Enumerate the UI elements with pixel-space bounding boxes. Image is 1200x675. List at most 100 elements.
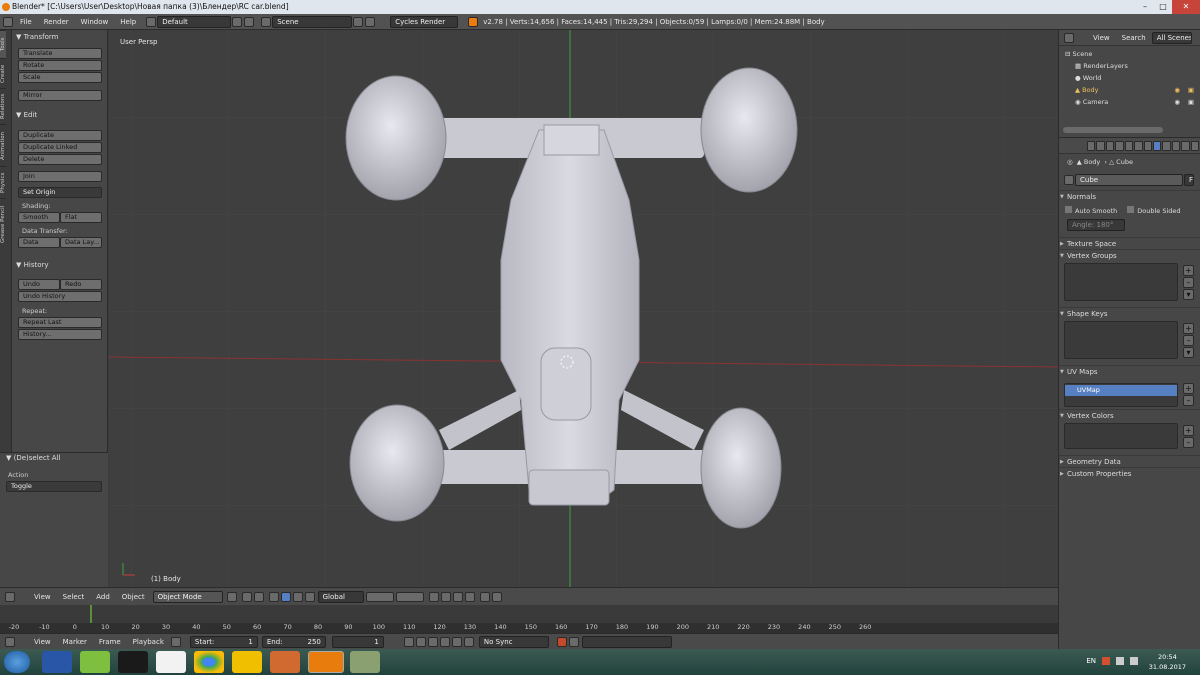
render-tab-icon[interactable] — [1087, 140, 1096, 151]
start-button-icon[interactable] — [4, 651, 30, 673]
tab-create[interactable]: Create — [0, 58, 6, 88]
add-icon[interactable]: + — [1183, 383, 1194, 394]
layers-2-icon[interactable] — [395, 591, 424, 602]
scale-button[interactable]: Scale — [18, 72, 102, 83]
start-frame-field[interactable]: Start: 1 — [189, 635, 258, 648]
media-player-icon[interactable] — [118, 651, 148, 673]
add-icon[interactable]: + — [1183, 323, 1194, 334]
menu-help[interactable]: Help — [114, 18, 142, 26]
wifi-app-icon[interactable] — [80, 651, 110, 673]
render-preview-icon[interactable] — [479, 591, 490, 602]
record-icon[interactable] — [556, 636, 567, 647]
angle-field[interactable]: Angle: 180° — [1067, 219, 1125, 231]
next-keyframe-icon[interactable] — [451, 636, 462, 647]
pivot-point-icon[interactable] — [241, 591, 252, 602]
jump-end-icon[interactable] — [463, 636, 474, 647]
minimize-icon[interactable]: – — [1136, 0, 1154, 14]
vertex-groups-panel-header[interactable]: Vertex Groups — [1059, 249, 1200, 262]
menu-file[interactable]: File — [14, 18, 38, 26]
volume-tray-icon[interactable] — [1130, 657, 1138, 665]
delete-button[interactable]: Delete — [18, 154, 102, 165]
close-icon[interactable]: ✕ — [1172, 0, 1200, 14]
chrome-icon[interactable] — [194, 651, 224, 673]
shape-keys-list[interactable] — [1064, 321, 1178, 359]
pin-icon[interactable]: ◎ — [1067, 158, 1073, 166]
blender-taskbar-icon[interactable] — [308, 651, 344, 673]
fake-user-button[interactable]: F — [1184, 174, 1194, 186]
transform-orientation-icon[interactable] — [304, 591, 315, 602]
scene-field[interactable]: Scene — [272, 15, 353, 28]
tab-animation[interactable]: Animation — [0, 124, 6, 166]
system-clock[interactable]: 20:54 31.08.2017 — [1149, 652, 1186, 672]
render-layers-tab-icon[interactable] — [1096, 140, 1105, 151]
translate-manipulator-icon[interactable] — [268, 591, 279, 602]
outliner-item-renderlayers[interactable]: ▦ RenderLayers — [1059, 60, 1200, 72]
proportional-edit-icon[interactable] — [440, 591, 451, 602]
layers-icon[interactable] — [365, 591, 394, 602]
join-button[interactable]: Join — [18, 171, 102, 182]
specials-menu-icon[interactable]: ▾ — [1183, 289, 1194, 300]
menu-select[interactable]: Select — [57, 593, 91, 601]
3d-viewport[interactable]: User Persp (1) Body — [109, 30, 1058, 587]
flat-button[interactable]: Flat — [60, 212, 102, 223]
scene-icon[interactable] — [261, 16, 272, 27]
operator-panel-header[interactable]: ▼ (De)select All — [0, 453, 108, 464]
render-toggle-icon[interactable]: ▣ — [1188, 96, 1194, 108]
uv-maps-panel-header[interactable]: UV Maps — [1059, 365, 1200, 378]
snap-element-icon[interactable] — [464, 591, 475, 602]
history-panel-header[interactable]: ▼ History — [14, 260, 106, 271]
maximize-icon[interactable]: □ — [1154, 0, 1172, 14]
menu-add[interactable]: Add — [90, 593, 116, 601]
current-frame-field[interactable]: 1 — [331, 635, 384, 648]
mesh-name-field[interactable]: Cube — [1075, 174, 1183, 186]
object-tab-icon[interactable] — [1124, 140, 1134, 151]
outliner-item-scene[interactable]: ⊟ Scene — [1059, 48, 1200, 60]
viewport-shading-icon[interactable] — [226, 591, 237, 602]
outliner-item-camera[interactable]: ◉ Camera ◉ ▣ — [1059, 96, 1200, 108]
double-sided-checkbox[interactable]: Double Sided — [1127, 206, 1181, 215]
manipulator-icon[interactable] — [253, 591, 264, 602]
network-tray-icon[interactable] — [1102, 657, 1110, 665]
data-layers-button[interactable]: Data Lay... — [60, 237, 102, 248]
add-scene-icon[interactable] — [353, 16, 364, 27]
particles-tab-icon[interactable] — [1181, 140, 1190, 151]
editor-type-icon[interactable] — [1064, 32, 1074, 43]
add-icon[interactable]: + — [1183, 265, 1194, 276]
edit-panel-header[interactable]: ▼ Edit — [14, 110, 106, 121]
world-tab-icon[interactable] — [1115, 140, 1124, 151]
lock-camera-icon[interactable] — [428, 591, 439, 602]
set-origin-select[interactable]: Set Origin — [18, 187, 102, 198]
modifiers-tab-icon[interactable] — [1143, 140, 1152, 151]
mesh-browse-icon[interactable] — [1064, 175, 1074, 185]
physics-tab-icon[interactable] — [1190, 140, 1200, 151]
menu-object[interactable]: Object — [116, 593, 151, 601]
menu-render[interactable]: Render — [38, 18, 75, 26]
render-anim-icon[interactable] — [491, 591, 502, 602]
vertex-groups-list[interactable] — [1064, 263, 1178, 301]
yandex-browser-icon[interactable] — [156, 651, 186, 673]
history-button[interactable]: History... — [18, 329, 102, 340]
tab-tools[interactable]: Tools — [0, 30, 6, 58]
play-reverse-icon[interactable] — [427, 636, 438, 647]
constraints-tab-icon[interactable] — [1134, 140, 1143, 151]
outliner-tab-search[interactable]: Search — [1116, 34, 1152, 42]
editor-type-icon[interactable] — [5, 636, 15, 647]
render-toggle-icon[interactable]: ▣ — [1188, 84, 1194, 96]
shape-keys-panel-header[interactable]: Shape Keys — [1059, 307, 1200, 320]
outliner-display-select[interactable]: All Scenes — [1151, 31, 1192, 44]
menu-marker[interactable]: Marker — [57, 638, 93, 646]
duplicate-button[interactable]: Duplicate — [18, 130, 102, 141]
rotate-button[interactable]: Rotate — [18, 60, 102, 71]
remove-icon[interactable]: – — [1183, 395, 1194, 406]
play-icon[interactable] — [439, 636, 450, 647]
auto-smooth-checkbox[interactable]: Auto Smooth — [1065, 206, 1117, 215]
redo-button[interactable]: Redo — [60, 279, 102, 290]
save-disk-icon[interactable] — [42, 651, 72, 673]
prev-keyframe-icon[interactable] — [415, 636, 426, 647]
artifact-app-icon[interactable] — [232, 651, 262, 673]
scale-manipulator-icon[interactable] — [292, 591, 303, 602]
editor-type-icon[interactable] — [5, 591, 15, 602]
undo-button[interactable]: Undo — [18, 279, 60, 290]
outliner-scrollbar[interactable] — [1063, 127, 1163, 133]
specials-menu-icon[interactable]: ▾ — [1183, 347, 1194, 358]
